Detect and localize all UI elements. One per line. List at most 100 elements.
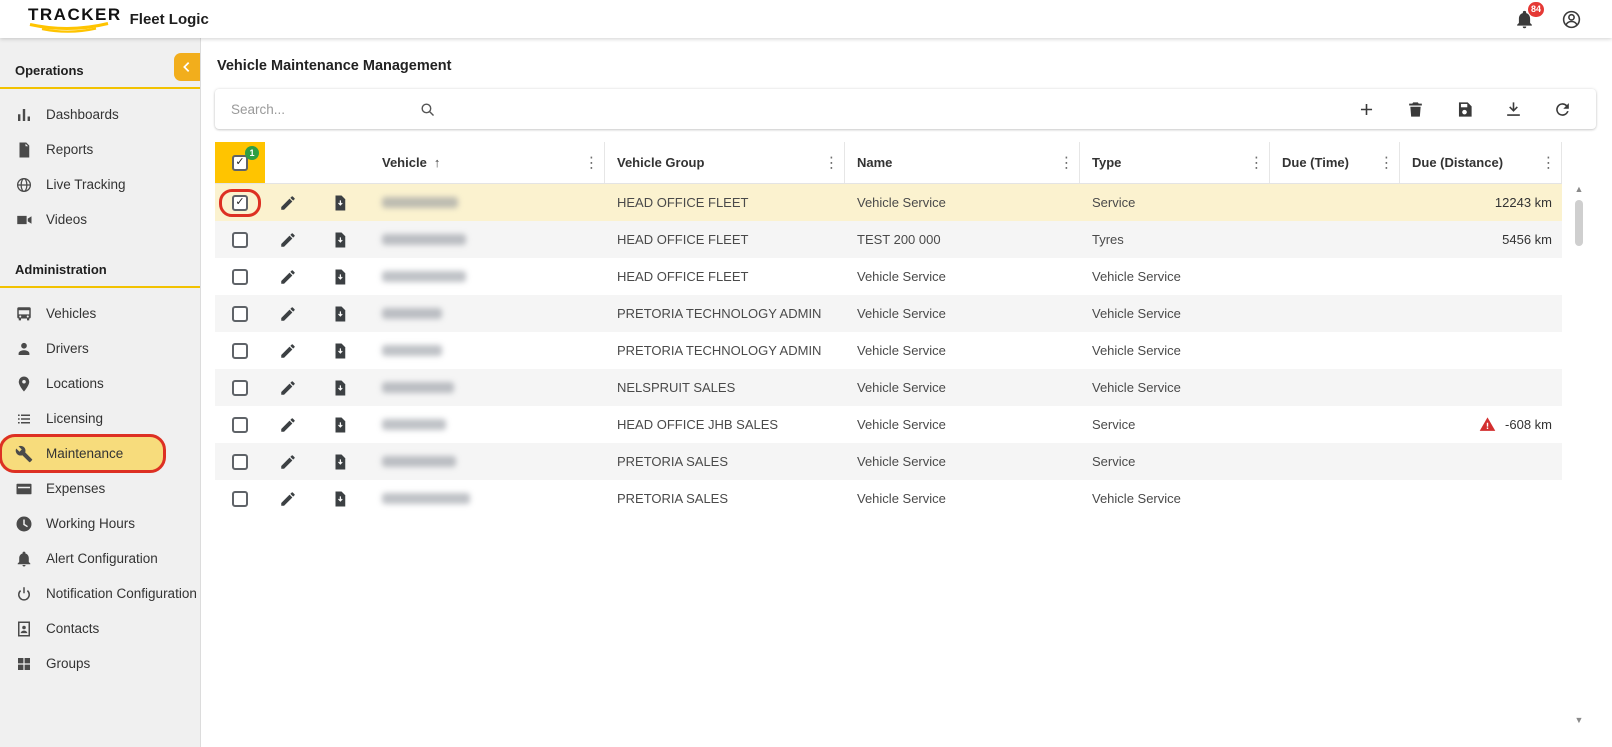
sidebar-item-live-tracking[interactable]: Live Tracking — [0, 167, 200, 202]
service-log-button[interactable] — [331, 416, 349, 434]
column-header-name[interactable]: Name ⋮ — [845, 142, 1080, 183]
edit-row-button[interactable] — [279, 342, 297, 360]
log-cell — [315, 295, 370, 332]
row-checkbox[interactable] — [232, 453, 248, 470]
account-button[interactable] — [1561, 9, 1582, 30]
sidebar-item-expenses[interactable]: Expenses — [0, 471, 200, 506]
edit-row-button[interactable] — [279, 194, 297, 212]
table-row[interactable]: PRETORIA SALES Vehicle Service Service — [215, 443, 1562, 480]
scroll-thumb[interactable] — [1575, 200, 1583, 246]
due-distance-cell — [1400, 480, 1562, 517]
add-button[interactable] — [1357, 100, 1376, 119]
due-distance-cell — [1400, 295, 1562, 332]
log-cell — [315, 258, 370, 295]
edit-row-button[interactable] — [279, 453, 297, 471]
main-content: Vehicle Maintenance Management ✓ 1 Vehic… — [202, 38, 1612, 747]
search-icon[interactable] — [419, 101, 436, 118]
column-header-vehicle[interactable]: Vehicle ↑ ⋮ — [370, 142, 605, 183]
column-menu-icon[interactable]: ⋮ — [1249, 155, 1264, 170]
table-row[interactable]: HEAD OFFICE FLEET Vehicle Service Vehicle … — [215, 258, 1562, 295]
service-log-button[interactable] — [331, 342, 349, 360]
refresh-button[interactable] — [1553, 100, 1572, 119]
column-header-type[interactable]: Type ⋮ — [1080, 142, 1270, 183]
sidebar-item-notification-configuration[interactable]: Notification Configuration — [0, 576, 200, 611]
delete-button[interactable] — [1406, 100, 1425, 119]
due-distance-value: 5456 km — [1502, 232, 1552, 247]
service-log-button[interactable] — [331, 379, 349, 397]
edit-row-button[interactable] — [279, 490, 297, 508]
sidebar-item-locations[interactable]: Locations — [0, 366, 200, 401]
log-cell — [315, 443, 370, 480]
edit-row-button[interactable] — [279, 231, 297, 249]
column-header-vehicle_group[interactable]: Vehicle Group ⋮ — [605, 142, 845, 183]
table-row[interactable]: HEAD OFFICE FLEET TEST 200 000 Tyres 5456 k… — [215, 221, 1562, 258]
sidebar-item-maintenance[interactable]: Maintenance — [0, 434, 166, 473]
sidebar-item-licensing[interactable]: Licensing — [0, 401, 200, 436]
edit-row-button[interactable] — [279, 305, 297, 323]
scroll-down-icon[interactable]: ▼ — [1575, 715, 1584, 725]
row-checkbox[interactable] — [232, 268, 248, 285]
sidebar-item-groups[interactable]: Groups — [0, 646, 200, 681]
service-log-button[interactable] — [331, 490, 349, 508]
due-time-cell — [1270, 443, 1400, 480]
column-menu-icon[interactable]: ⋮ — [1541, 155, 1556, 170]
row-checkbox[interactable] — [232, 231, 248, 248]
row-checkbox[interactable]: ✓ — [232, 194, 248, 211]
row-checkbox[interactable] — [232, 379, 248, 396]
service-log-button[interactable] — [331, 268, 349, 286]
sidebar-item-vehicles[interactable]: Vehicles — [0, 296, 200, 331]
edit-row-button[interactable] — [279, 379, 297, 397]
table-scrollbar[interactable]: ▲ ▼ — [1572, 184, 1586, 725]
sidebar-item-label: Licensing — [46, 411, 104, 426]
type-cell: Vehicle Service — [1092, 269, 1181, 284]
download-button[interactable] — [1504, 100, 1523, 119]
edit-row-button[interactable] — [279, 268, 297, 286]
service-log-button[interactable] — [331, 194, 349, 212]
sidebar-item-alert-configuration[interactable]: Alert Configuration — [0, 541, 200, 576]
table-row[interactable]: HEAD OFFICE JHB SALES Vehicle Service Serv… — [215, 406, 1562, 443]
due-distance-cell — [1400, 369, 1562, 406]
search-input[interactable] — [231, 101, 409, 117]
column-header-due_distance[interactable]: Due (Distance) ⋮ — [1400, 142, 1562, 183]
row-checkbox[interactable] — [232, 305, 248, 322]
sidebar-collapse-button[interactable] — [174, 53, 200, 81]
sidebar-item-dashboards[interactable]: Dashboards — [0, 97, 200, 132]
table-row[interactable]: PRETORIA SALES Vehicle Service Vehicle Ser… — [215, 480, 1562, 517]
column-label: Name — [857, 155, 893, 170]
notifications-button[interactable]: 84 — [1514, 1, 1544, 30]
sidebar-item-videos[interactable]: Videos — [0, 202, 200, 237]
type-cell: Service — [1092, 454, 1136, 469]
sidebar-item-drivers[interactable]: Drivers — [0, 331, 200, 366]
save-button[interactable] — [1455, 100, 1474, 119]
tracker-logo: TRACKER — [28, 6, 122, 33]
row-checkbox[interactable] — [232, 490, 248, 507]
column-menu-icon[interactable]: ⋮ — [584, 155, 599, 170]
edit-row-button[interactable] — [279, 416, 297, 434]
sidebar-item-label: Vehicles — [46, 306, 97, 321]
table-row[interactable]: PRETORIA TECHNOLOGY ADMIN Vehicle Service… — [215, 332, 1562, 369]
vehicle-group-cell: HEAD OFFICE FLEET — [617, 195, 749, 210]
service-log-button[interactable] — [331, 305, 349, 323]
select-all-header[interactable]: ✓ 1 — [215, 142, 265, 183]
vehicle-group-cell: PRETORIA TECHNOLOGY ADMIN — [617, 343, 822, 358]
sidebar-section-operations: Operations Dashboards Reports Live Tracking… — [0, 63, 200, 237]
sidebar-item-working-hours[interactable]: Working Hours — [0, 506, 200, 541]
column-menu-icon[interactable]: ⋮ — [1059, 155, 1074, 170]
name-cell: Vehicle Service — [857, 343, 946, 358]
service-log-button[interactable] — [331, 453, 349, 471]
row-checkbox[interactable] — [232, 342, 248, 359]
column-menu-icon[interactable]: ⋮ — [1379, 155, 1394, 170]
vehicle-group-cell: PRETORIA SALES — [617, 491, 729, 506]
service-log-button[interactable] — [331, 231, 349, 249]
table-row[interactable]: ✓ HEAD OFFICE FLEET Vehicle Service Service… — [215, 184, 1562, 221]
checkbox-cell — [215, 258, 265, 295]
table-row[interactable]: PRETORIA TECHNOLOGY ADMIN Vehicle Service… — [215, 295, 1562, 332]
checkbox-cell: ✓ — [215, 184, 265, 221]
scroll-up-icon[interactable]: ▲ — [1575, 184, 1584, 194]
column-menu-icon[interactable]: ⋮ — [824, 155, 839, 170]
column-header-due_time[interactable]: Due (Time) ⋮ — [1270, 142, 1400, 183]
table-row[interactable]: NELSPRUIT SALES Vehicle Service Vehicle Se… — [215, 369, 1562, 406]
row-checkbox[interactable] — [232, 416, 248, 433]
sidebar-item-reports[interactable]: Reports — [0, 132, 200, 167]
sidebar-item-contacts[interactable]: Contacts — [0, 611, 200, 646]
